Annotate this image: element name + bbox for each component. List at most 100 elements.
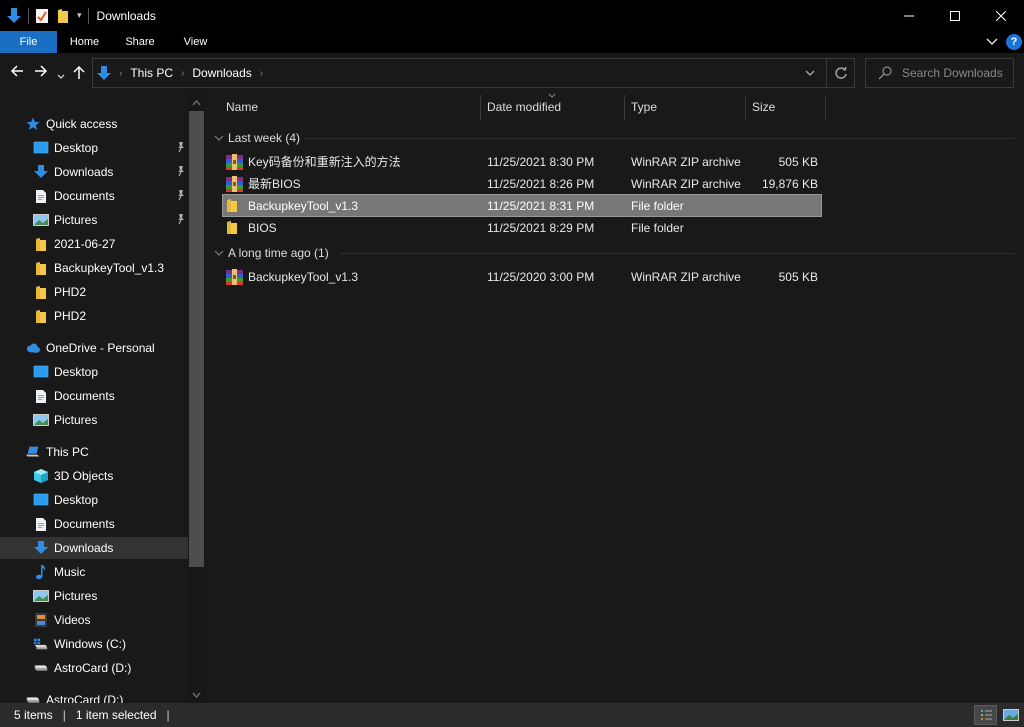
column-header-date-label: Date modified xyxy=(487,100,562,114)
nav-item-documents[interactable]: Documents xyxy=(0,513,188,535)
pin-icon[interactable] xyxy=(176,165,186,180)
breadcrumb-this-pc[interactable]: This PC xyxy=(130,66,173,80)
address-history-dropdown[interactable] xyxy=(795,58,825,88)
group-header[interactable]: A long time ago (1) xyxy=(214,243,329,263)
window-title: Downloads xyxy=(96,8,156,23)
file-name: BackupkeyTool_v1.3 xyxy=(248,269,359,284)
nav-item-desktop[interactable]: Desktop xyxy=(0,361,188,383)
nav-item-desktop[interactable]: Desktop xyxy=(0,137,188,159)
scrollbar-thumb[interactable] xyxy=(189,111,204,567)
file-name: Key码备份和重新注入的方法 xyxy=(248,155,401,169)
scroll-up-button[interactable] xyxy=(188,94,205,111)
nav-item-phd2[interactable]: PHD2 xyxy=(0,305,188,327)
pin-icon[interactable] xyxy=(176,189,186,204)
chevron-down-icon xyxy=(805,70,815,76)
3d-objects-icon xyxy=(33,468,49,484)
close-button[interactable] xyxy=(978,0,1024,31)
nav-item-label: Music xyxy=(54,565,86,579)
file-row[interactable]: BackupkeyTool_v1.3 11/25/2021 8:31 PM Fi… xyxy=(222,194,822,217)
column-header-type[interactable]: Type xyxy=(625,93,745,121)
address-bar[interactable]: › This PC › Downloads › xyxy=(92,58,855,88)
back-button[interactable] xyxy=(10,64,24,81)
nav-item-backupkeytool-v1-3[interactable]: BackupkeyTool_v1.3 xyxy=(0,257,188,279)
up-button[interactable] xyxy=(72,64,86,83)
customize-quick-access-icon[interactable]: ▾ xyxy=(77,0,82,31)
desktop-icon xyxy=(33,140,49,156)
download-arrow-icon xyxy=(97,65,111,81)
help-button[interactable]: ? xyxy=(1006,34,1022,50)
recent-locations-button[interactable] xyxy=(57,67,65,83)
tab-file[interactable]: File xyxy=(0,31,57,53)
tab-home[interactable]: Home xyxy=(57,31,112,53)
refresh-button[interactable] xyxy=(826,58,855,88)
file-type: WinRAR ZIP archive xyxy=(631,154,741,169)
nav-item-downloads[interactable]: Downloads xyxy=(0,537,188,559)
breadcrumb-chevron-icon[interactable]: › xyxy=(119,68,122,79)
nav-item-documents[interactable]: Documents xyxy=(0,185,188,207)
desktop-icon xyxy=(33,492,49,508)
file-row[interactable]: BIOS 11/25/2021 8:29 PM File folder xyxy=(223,217,821,238)
arrow-up-icon xyxy=(73,65,85,79)
breadcrumb-chevron-icon[interactable]: › xyxy=(181,68,184,79)
large-icons-view-icon xyxy=(1003,709,1019,721)
nav-item-pictures[interactable]: Pictures xyxy=(0,585,188,607)
pin-icon[interactable] xyxy=(176,213,186,228)
nav-item-documents[interactable]: Documents xyxy=(0,385,188,407)
chevron-down-icon xyxy=(986,38,998,46)
group-header[interactable]: Last week (4) xyxy=(214,128,300,148)
large-icons-view-button[interactable] xyxy=(1000,705,1022,725)
minimize-button[interactable] xyxy=(886,0,932,31)
column-header-size[interactable]: Size xyxy=(746,93,825,121)
details-view-button[interactable] xyxy=(974,705,997,725)
nav-section-quick-access[interactable]: Quick access xyxy=(0,113,188,135)
nav-item-label: Pictures xyxy=(54,213,98,227)
file-row[interactable]: BackupkeyTool_v1.3 11/25/2020 3:00 PM Wi… xyxy=(223,266,821,287)
file-type: File folder xyxy=(631,198,684,213)
scroll-down-button[interactable] xyxy=(188,686,205,703)
column-header-date-modified[interactable]: Date modified xyxy=(481,93,624,121)
sort-chevron-icon xyxy=(548,93,556,98)
nav-item-desktop[interactable]: Desktop xyxy=(0,489,188,511)
nav-item-music[interactable]: Music xyxy=(0,561,188,583)
nav-item-downloads[interactable]: Downloads xyxy=(0,161,188,183)
search-input[interactable]: Search Downloads xyxy=(865,58,1014,88)
column-divider[interactable] xyxy=(825,95,826,120)
column-header-name[interactable]: Name xyxy=(220,93,480,121)
breadcrumb-chevron-icon[interactable]: › xyxy=(260,68,263,79)
nav-section-onedrive-personal[interactable]: OneDrive - Personal xyxy=(0,337,188,359)
file-row[interactable]: Key码备份和重新注入的方法 11/25/2021 8:30 PM WinRAR… xyxy=(223,151,821,172)
breadcrumb-downloads[interactable]: Downloads xyxy=(192,66,251,80)
properties-icon[interactable] xyxy=(35,0,49,31)
nav-item-2021-06-27[interactable]: 2021-06-27 xyxy=(0,233,188,255)
nav-item-videos[interactable]: Videos xyxy=(0,609,188,631)
file-date-modified: 11/25/2020 3:00 PM xyxy=(487,269,595,284)
pin-icon[interactable] xyxy=(176,141,186,156)
nav-item-phd2[interactable]: PHD2 xyxy=(0,281,188,303)
search-icon xyxy=(878,66,892,80)
chevron-up-icon xyxy=(192,99,201,105)
nav-item-pictures[interactable]: Pictures xyxy=(0,209,188,231)
nav-section-this-pc[interactable]: This PC xyxy=(0,441,188,463)
folder-icon xyxy=(226,195,238,216)
file-row[interactable]: 最新BIOS 11/25/2021 8:26 PM WinRAR ZIP arc… xyxy=(223,173,821,194)
nav-item-astrocard-d-[interactable]: AstroCard (D:) xyxy=(0,657,188,679)
search-placeholder: Search Downloads xyxy=(902,66,1003,80)
folder-icon xyxy=(33,308,49,324)
desktop-icon xyxy=(33,364,49,380)
close-icon xyxy=(996,10,1006,21)
expand-ribbon-button[interactable] xyxy=(986,35,998,49)
maximize-button[interactable] xyxy=(932,0,978,31)
star-icon xyxy=(25,116,41,132)
tab-view[interactable]: View xyxy=(168,31,223,53)
file-type: File folder xyxy=(631,220,684,235)
nav-item-label: Documents xyxy=(54,517,115,531)
forward-button[interactable] xyxy=(34,64,48,81)
download-icon xyxy=(33,164,49,180)
onedrive-cloud-icon xyxy=(25,340,41,356)
nav-item-3d-objects[interactable]: 3D Objects xyxy=(0,465,188,487)
nav-item-pictures[interactable]: Pictures xyxy=(0,409,188,431)
tab-share[interactable]: Share xyxy=(112,31,168,53)
nav-item-label: BackupkeyTool_v1.3 xyxy=(54,261,165,275)
new-folder-icon[interactable] xyxy=(57,0,69,31)
nav-item-windows-c-[interactable]: Windows (C:) xyxy=(0,633,188,655)
